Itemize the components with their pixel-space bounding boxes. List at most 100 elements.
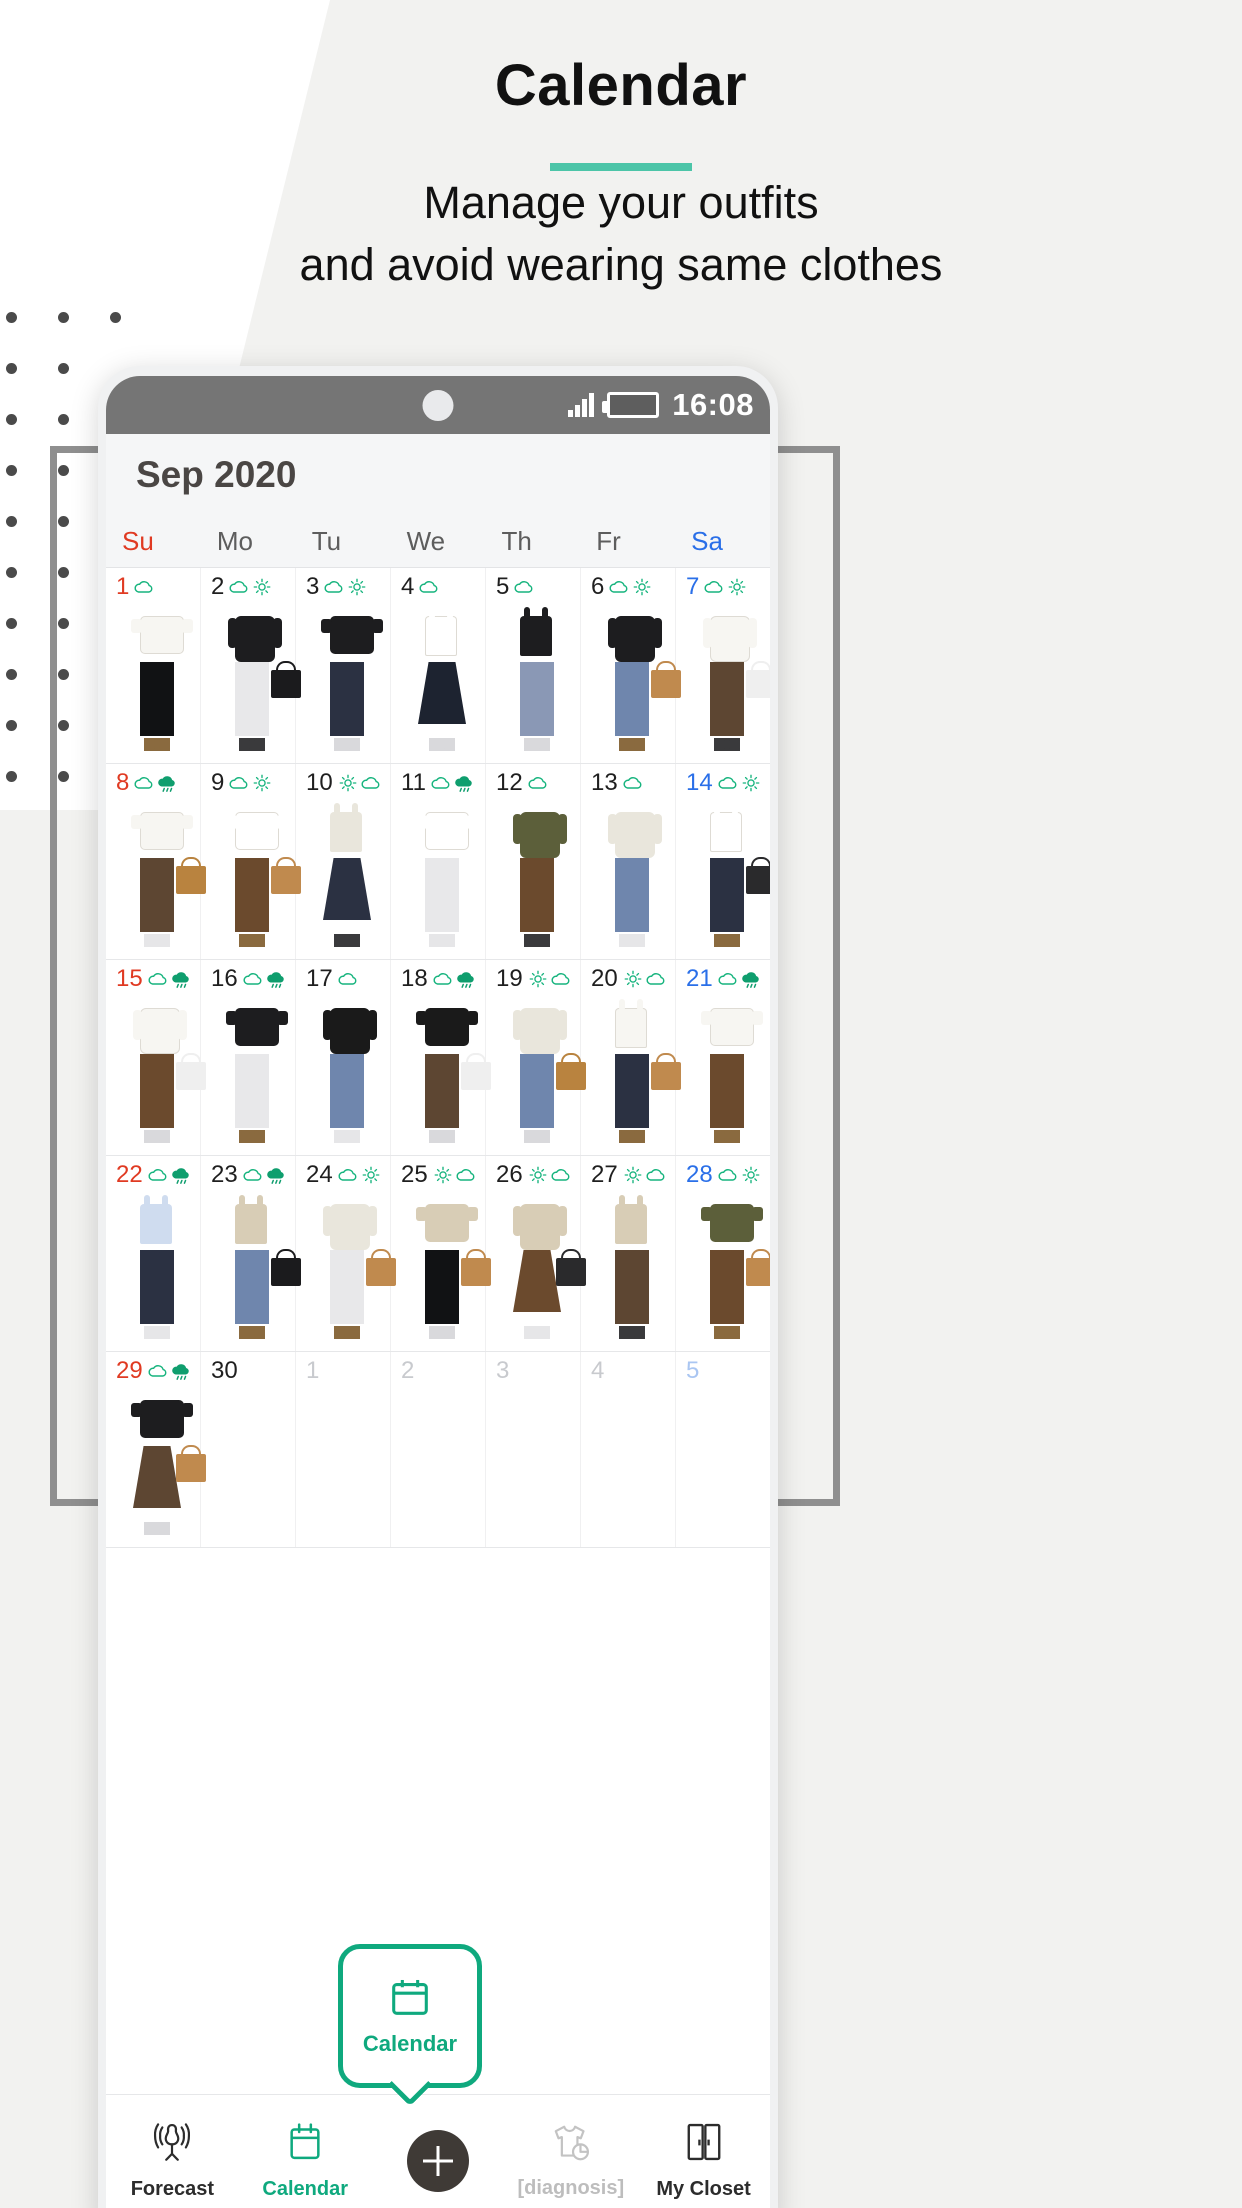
nav-item-forecast[interactable]: Forecast: [106, 2120, 239, 2201]
weather-icons: [418, 577, 440, 597]
sun-icon: [253, 774, 271, 792]
calendar-day-cell[interactable]: 15: [106, 960, 206, 1155]
month-header[interactable]: Sep 2020: [106, 434, 770, 516]
calendar-day-cell[interactable]: 16: [201, 960, 296, 1155]
outfit-thumbnail[interactable]: [106, 798, 206, 955]
outfit-thumbnail[interactable]: [581, 994, 681, 1151]
outfit-thumbnail[interactable]: [581, 798, 675, 955]
outfit-thumbnail[interactable]: [676, 602, 770, 759]
calendar-day-cell[interactable]: 30: [201, 1352, 296, 1547]
add-outfit-button[interactable]: [406, 2129, 469, 2192]
calendar-day-cell[interactable]: 5: [486, 568, 581, 763]
cloud-icon: [134, 777, 153, 789]
outfit-top: [226, 1008, 288, 1046]
calendar-day-cell[interactable]: 5: [676, 1352, 770, 1547]
calendar-day-cell[interactable]: 18: [391, 960, 491, 1155]
outfit-thumbnail[interactable]: [296, 602, 390, 759]
calendar-day-cell[interactable]: 1: [106, 568, 201, 763]
calendar-day-cell[interactable]: 1: [296, 1352, 391, 1547]
outfit-thumbnail[interactable]: [201, 994, 295, 1151]
outfit-bottom: [235, 1250, 269, 1324]
calendar-day-cell[interactable]: 28: [676, 1156, 770, 1351]
calendar-day-cell[interactable]: 21: [676, 960, 770, 1155]
outfit-bottom: [710, 858, 744, 932]
outfit-thumbnail[interactable]: [581, 1190, 675, 1347]
outfit-thumbnail[interactable]: [486, 994, 586, 1151]
outfit-top: [416, 1008, 478, 1046]
outfit-thumbnail[interactable]: [581, 602, 681, 759]
nav-item-my-closet[interactable]: My Closet: [637, 2120, 770, 2201]
calendar-day-cell[interactable]: 29: [106, 1352, 206, 1547]
outfit-thumbnail[interactable]: [296, 798, 390, 955]
outfit-top: [513, 812, 567, 858]
calendar-day-cell[interactable]: 24: [296, 1156, 396, 1351]
outfit-thumbnail[interactable]: [106, 994, 206, 1151]
outfit-bottom: [133, 1446, 181, 1508]
calendar-day-cell[interactable]: 8: [106, 764, 206, 959]
outfit-top: [321, 616, 383, 654]
outfit-thumbnail[interactable]: [486, 1190, 586, 1347]
outfit-top: [323, 1204, 377, 1250]
nav-item-diagnosis[interactable]: [diagnosis]: [504, 2121, 637, 2200]
outfit-thumbnail[interactable]: [106, 602, 200, 759]
calendar-day-cell[interactable]: 27: [581, 1156, 676, 1351]
calendar-day-cell[interactable]: 22: [106, 1156, 201, 1351]
outfit-shoes: [429, 934, 455, 947]
outfit-thumbnail[interactable]: [296, 1190, 396, 1347]
outfit-thumbnail[interactable]: [106, 1386, 206, 1543]
outfit-thumbnail[interactable]: [296, 994, 390, 1151]
cloud-icon: [718, 973, 737, 985]
day-header: 15: [106, 966, 200, 992]
dot: [6, 567, 17, 578]
outfit-thumbnail[interactable]: [201, 798, 301, 955]
outfit-bottom: [235, 662, 269, 736]
outfit-thumbnail[interactable]: [201, 602, 301, 759]
outfit-thumbnail[interactable]: [391, 1190, 491, 1347]
day-header: 6: [581, 574, 675, 600]
calendar-day-cell[interactable]: 12: [486, 764, 581, 959]
calendar-day-cell[interactable]: 23: [201, 1156, 301, 1351]
nav-item-add[interactable]: [372, 2129, 505, 2192]
calendar-day-cell[interactable]: 2: [201, 568, 301, 763]
dot: [6, 618, 17, 629]
calendar-day-cell[interactable]: 17: [296, 960, 391, 1155]
outfit-thumbnail[interactable]: [391, 602, 485, 759]
outfit-thumbnail[interactable]: [391, 798, 485, 955]
outfit-thumbnail[interactable]: [201, 1190, 301, 1347]
calendar-day-cell[interactable]: 4: [581, 1352, 676, 1547]
promo-subtitle: Manage your outfits and avoid wearing sa…: [0, 172, 1242, 296]
nav-label: [diagnosis]: [517, 2177, 625, 2199]
outfit-thumbnail[interactable]: [676, 1190, 770, 1347]
outfit-thumbnail[interactable]: [486, 798, 580, 955]
calendar-day-cell[interactable]: 10: [296, 764, 391, 959]
day-number: 25: [401, 1161, 428, 1188]
outfit-thumbnail[interactable]: [391, 994, 491, 1151]
day-number: 3: [306, 573, 320, 600]
dot: [6, 414, 17, 425]
outfit-thumbnail[interactable]: [676, 994, 770, 1151]
calendar-day-cell[interactable]: 7: [676, 568, 770, 763]
cloud-icon: [456, 1169, 475, 1181]
calendar-day-cell[interactable]: 14: [676, 764, 770, 959]
calendar-day-cell[interactable]: 20: [581, 960, 681, 1155]
outfit-thumbnail[interactable]: [106, 1190, 200, 1347]
bottom-navigation[interactable]: Forecast Calendar [diagnosis] My Closet: [106, 2094, 770, 2208]
day-header: 23: [201, 1162, 295, 1188]
calendar-day-cell[interactable]: 6: [581, 568, 681, 763]
calendar-day-cell[interactable]: 11: [391, 764, 486, 959]
calendar-day-cell[interactable]: 3: [486, 1352, 581, 1547]
calendar-day-cell[interactable]: 2: [391, 1352, 486, 1547]
calendar-grid[interactable]: 1 2 3 4 5 6 7 8 9 10 11 12 13 14 15 16 17 18 19 20 21 22 23 24 2…: [106, 568, 770, 1548]
calendar-day-cell[interactable]: 9: [201, 764, 301, 959]
calendar-day-cell[interactable]: 13: [581, 764, 676, 959]
outfit-thumbnail[interactable]: [486, 602, 580, 759]
calendar-day-cell[interactable]: 26: [486, 1156, 586, 1351]
calendar-day-cell[interactable]: 25: [391, 1156, 491, 1351]
calendar-day-cell[interactable]: 3: [296, 568, 391, 763]
weather-icons: [703, 577, 748, 597]
nav-item-calendar[interactable]: Calendar: [239, 2120, 372, 2201]
calendar-day-cell[interactable]: 19: [486, 960, 586, 1155]
calendar-day-cell[interactable]: 4: [391, 568, 486, 763]
outfit-thumbnail[interactable]: [676, 798, 770, 955]
day-number: 8: [116, 769, 130, 796]
